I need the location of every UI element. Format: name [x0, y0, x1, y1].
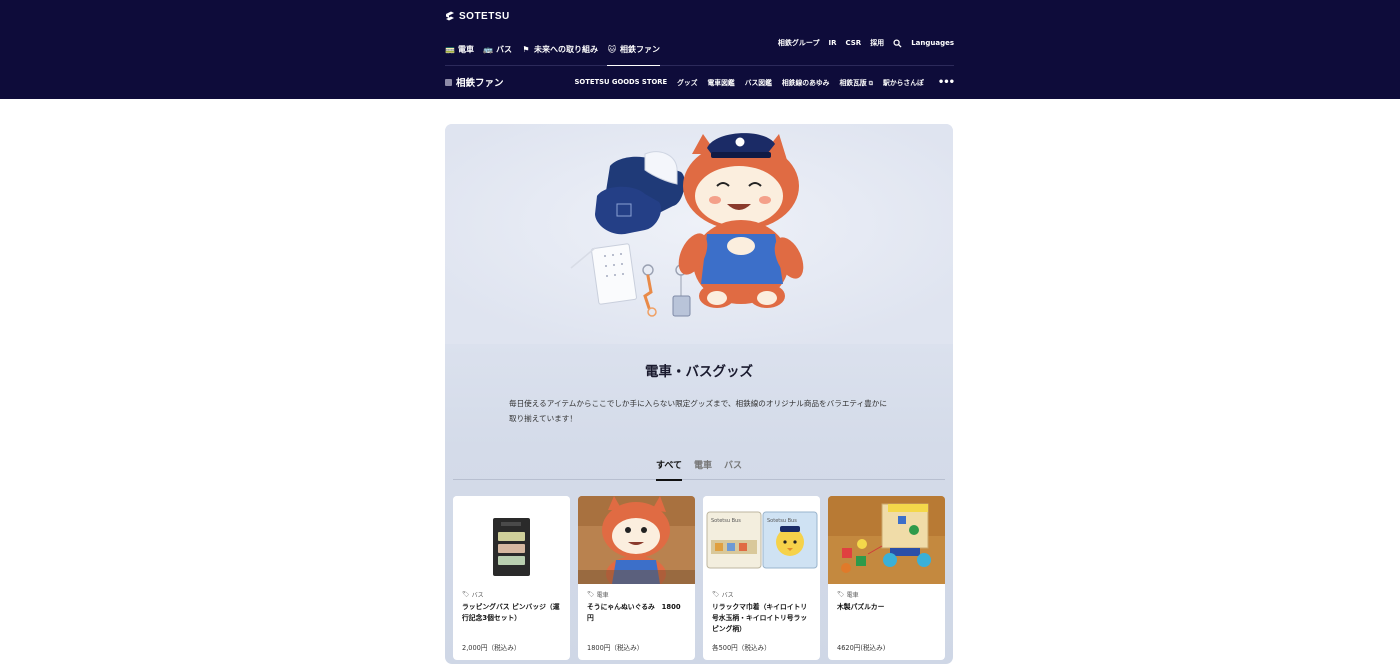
tag-icon: 🏷	[712, 591, 720, 598]
product-card[interactable]: 🏷 バス ラッピングバス ピンバッジ（運行記念3個セット） 2,000円（税込み…	[453, 496, 570, 660]
sotetsu-logo-icon	[446, 11, 454, 21]
search-icon[interactable]	[893, 38, 902, 48]
tag-icon: 🏷	[587, 591, 595, 598]
drawstring-bag-image: Sotetsu Bus Sotetsu Bus	[703, 496, 820, 584]
group-link[interactable]: 相鉄グループ	[778, 38, 820, 48]
train-icon: 🚃	[445, 44, 455, 54]
tab-train[interactable]: 電車	[694, 458, 712, 480]
flag-icon: ⚑	[522, 44, 530, 54]
tab-bus[interactable]: バス	[724, 458, 742, 480]
product-card[interactable]: Sotetsu Bus Sotetsu Bus 🏷 バス リラックマ巾着（キイロ…	[703, 496, 820, 660]
more-icon[interactable]: •••	[938, 77, 955, 88]
sub-link-bus-guide[interactable]: バス図鑑	[745, 77, 772, 87]
main-nav: 🚃 電車 🚌 バス ⚑ 未来への取り組み 🐱 相鉄ファン 相鉄グループ IR C…	[445, 38, 954, 66]
product-tag: 🏷 電車	[587, 590, 609, 599]
product-price: 1800円（税込み）	[587, 644, 644, 652]
site-header: SOTETSU 🚃 電車 🚌 バス ⚑ 未来への取り組み 🐱 相鉄ファン 相鉄グ…	[0, 0, 1400, 99]
main-nav-right: 相鉄グループ IR CSR 採用 Languages	[778, 38, 954, 48]
category-tabs: すべて 電車 バス	[453, 458, 945, 481]
csr-link[interactable]: CSR	[845, 39, 861, 47]
sub-link-kawaraban[interactable]: 相鉄瓦版 ⧉	[839, 77, 873, 88]
nav-label-train: 電車	[458, 44, 474, 54]
product-tag-label: 電車	[596, 592, 609, 599]
svg-text:Sotetsu Bus: Sotetsu Bus	[711, 518, 741, 524]
nav-item-bus[interactable]: 🚌 バス	[483, 38, 512, 60]
product-tag: 🏷 バス	[712, 590, 734, 599]
square-icon	[445, 78, 452, 86]
sub-nav-links: SOTETSU GOODS STORE グッズ 電車図鑑 バス図鑑 相鉄線のあゆ…	[575, 77, 955, 88]
tag-icon: 🏷	[837, 591, 845, 598]
logo-text: SOTETSU	[459, 10, 510, 22]
sub-link-kawaraban-text: 相鉄瓦版	[839, 78, 867, 87]
product-price: 2,000円（税込み）	[462, 644, 521, 652]
recruit-link[interactable]: 採用	[870, 38, 884, 48]
product-tag-label: バス	[471, 592, 484, 599]
product-tag: 🏷 電車	[837, 590, 859, 599]
sub-link-goods[interactable]: グッズ	[677, 77, 697, 87]
product-list: 🏷 バス ラッピングバス ピンバッジ（運行記念3個セット） 2,000円（税込み…	[453, 496, 945, 660]
page-title: 電車・バスグッズ	[645, 364, 753, 380]
sub-nav-title[interactable]: 相鉄ファン	[445, 75, 504, 89]
sub-link-walk[interactable]: 駅からさんぽ	[883, 77, 924, 87]
sub-nav-title-text: 相鉄ファン	[456, 78, 504, 89]
product-tag-label: バス	[721, 592, 734, 599]
nav-item-fan[interactable]: 🐱 相鉄ファン	[607, 38, 660, 66]
product-price: 各500円（税込み）	[712, 644, 771, 652]
nav-label-bus: バス	[496, 44, 512, 54]
main-nav-left: 🚃 電車 🚌 バス ⚑ 未来への取り組み 🐱 相鉄ファン	[445, 38, 660, 66]
goods-card: 電車・バスグッズ 毎日使えるアイテムからここでしか手に入らない限定グッズまで、相…	[445, 124, 953, 664]
nav-label-future: 未来への取り組み	[534, 44, 598, 54]
sub-link-goods-store[interactable]: SOTETSU GOODS STORE	[575, 78, 668, 86]
sotetsu-logo[interactable]: SOTETSU	[445, 11, 510, 22]
product-card[interactable]: 🏷 電車 木製パズルカー 4620円(税込み)	[828, 496, 945, 660]
sub-nav: 相鉄ファン SOTETSU GOODS STORE グッズ 電車図鑑 バス図鑑 …	[445, 70, 955, 94]
sub-link-history[interactable]: 相鉄線のあゆみ	[782, 77, 830, 87]
page-description: 毎日使えるアイテムからここでしか手に入らない限定グッズまで、相鉄線のオリジナル商…	[509, 399, 887, 423]
hero-image	[445, 124, 953, 344]
product-name: リラックマ巾着（キイロイトリ号水玉柄・キイロイトリ号ラッピング柄）	[712, 603, 808, 633]
svg-text:Sotetsu Bus: Sotetsu Bus	[767, 518, 797, 524]
bus-icon: 🚌	[483, 44, 493, 54]
nav-label-fan: 相鉄ファン	[620, 44, 660, 54]
mascot-plush-image	[578, 496, 695, 592]
tab-all[interactable]: すべて	[655, 458, 682, 481]
external-link-icon: ⧉	[866, 79, 874, 87]
languages-link[interactable]: Languages	[911, 39, 954, 47]
product-name: そうにゃんぬいぐるみ 1800円	[587, 603, 681, 622]
tag-icon: 🏷	[462, 591, 470, 598]
ir-link[interactable]: IR	[828, 39, 836, 47]
product-name: 木製パズルカー	[837, 603, 885, 611]
pin-badge-image	[453, 496, 570, 584]
product-name: ラッピングバス ピンバッジ（運行記念3個セット）	[462, 603, 560, 622]
wooden-puzzle-car-image	[828, 496, 945, 584]
nav-item-future[interactable]: ⚑ 未来への取り組み	[521, 38, 598, 60]
product-card[interactable]: 🏷 電車 そうにゃんぬいぐるみ 1800円 1800円（税込み）	[578, 496, 695, 660]
cat-icon: 🐱	[607, 44, 617, 54]
nav-item-train[interactable]: 🚃 電車	[445, 38, 474, 60]
product-tag: 🏷 バス	[462, 590, 484, 599]
sub-link-train-guide[interactable]: 電車図鑑	[708, 77, 735, 87]
product-tag-label: 電車	[846, 592, 859, 599]
logo-row: SOTETSU	[445, 8, 954, 24]
product-price: 4620円(税込み)	[837, 644, 886, 652]
